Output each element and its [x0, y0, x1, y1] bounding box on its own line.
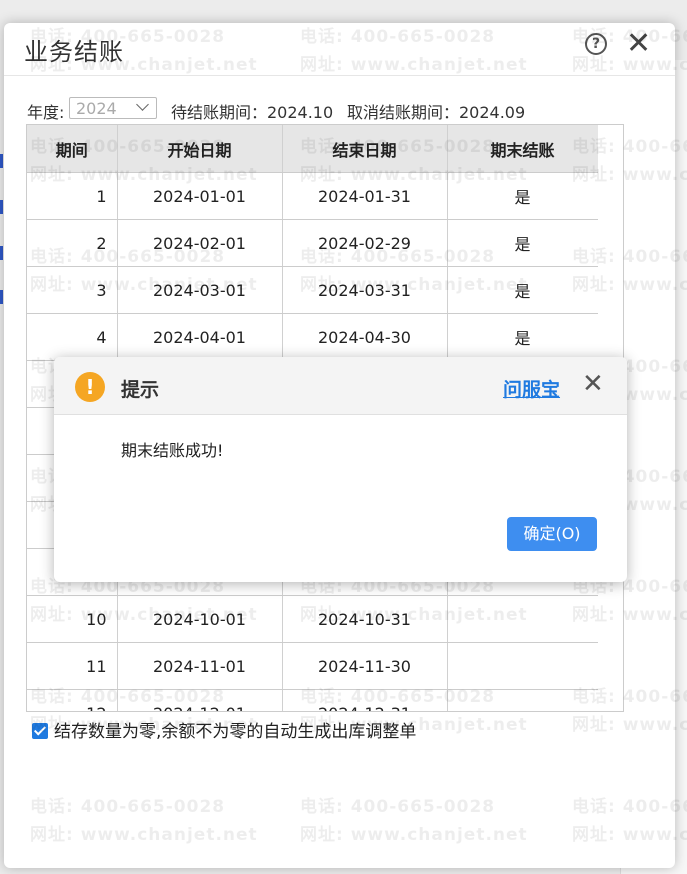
table-cell: 2024-01-01 [117, 172, 283, 220]
auto-adjust-label: 结存数量为零,余额不为零的自动生成出库调整单 [54, 722, 417, 742]
table-cell: 10 [27, 595, 118, 643]
table-cell: 1 [27, 172, 118, 220]
dialog-header: 业务结账 ? ✕ [4, 23, 675, 76]
table-row[interactable]: 122024-12-012024-12-31 [27, 689, 599, 711]
close-icon[interactable]: ✕ [582, 371, 604, 397]
year-select[interactable]: 2024 [69, 97, 157, 119]
table-cell: 2024-03-01 [117, 266, 283, 314]
table-header-row: 期间 开始日期 结束日期 期末结账 [27, 125, 599, 173]
table-cell: 2024-02-29 [282, 219, 448, 267]
warning-icon: ! [75, 372, 105, 402]
close-icon[interactable]: ✕ [626, 29, 651, 59]
table-cell: 是 [447, 313, 599, 361]
table-cell: 2024-11-01 [117, 642, 283, 690]
table-cell: 4 [27, 313, 118, 361]
table-row[interactable]: 1 2024-01-01 2024-01-31 是 [27, 172, 599, 220]
year-value: 2024 [76, 99, 117, 118]
table-cell [447, 642, 599, 690]
table-cell: 2024-12-31 [282, 689, 448, 711]
table-cell: 2024-10-01 [117, 595, 283, 643]
ok-button[interactable]: 确定(O) [507, 517, 597, 551]
table-cell: 2024-11-30 [282, 642, 448, 690]
alert-title: 提示 [121, 379, 160, 401]
alert-message: 期末结账成功! [121, 441, 224, 460]
table-cell: 11 [27, 642, 118, 690]
table-cell: 2024-03-31 [282, 266, 448, 314]
table-cell: 2024-04-01 [117, 313, 283, 361]
help-icon[interactable]: ? [585, 33, 607, 55]
service-link[interactable]: 问服宝 [503, 375, 560, 402]
table-row[interactable]: 10 2024-10-01 2024-10-31 [27, 595, 599, 643]
table-cell: 3 [27, 266, 118, 314]
chevron-down-icon [136, 98, 149, 111]
table-cell: 是 [447, 172, 599, 220]
table-cell: 2024-04-30 [282, 313, 448, 361]
table-cell [447, 595, 599, 643]
table-cell: 是 [447, 266, 599, 314]
cancel-period-text: 取消结账期间：2024.09 [347, 103, 526, 122]
table-cell: 2024-02-01 [117, 219, 283, 267]
dialog-title: 业务结账 [24, 38, 124, 66]
auto-adjust-checkbox[interactable] [32, 723, 48, 739]
table-cell: 2024-10-31 [282, 595, 448, 643]
table-cell: 2024-01-31 [282, 172, 448, 220]
auto-adjust-option[interactable]: 结存数量为零,余额不为零的自动生成出库调整单 [32, 717, 416, 742]
column-header[interactable]: 开始日期 [117, 125, 283, 173]
pending-period-text: 待结账期间：2024.10 [171, 103, 334, 122]
table-cell: 是 [447, 219, 599, 267]
table-cell [447, 689, 599, 711]
table-cell: 12 [27, 689, 118, 711]
table-row[interactable]: 3 2024-03-01 2024-03-31 是 [27, 266, 599, 314]
table-row[interactable]: 11 2024-11-01 2024-11-30 [27, 642, 599, 690]
column-header[interactable]: 结束日期 [282, 125, 448, 173]
table-row[interactable]: 2 2024-02-01 2024-02-29 是 [27, 219, 599, 267]
year-label: 年度: [27, 103, 65, 122]
alert-dialog: ! 提示 问服宝 ✕ 期末结账成功! 确定(O) [54, 357, 627, 582]
column-header[interactable]: 期间 [27, 125, 118, 173]
column-header[interactable]: 期末结账 [447, 125, 599, 173]
table-cell: 2 [27, 219, 118, 267]
table-row[interactable]: 4 2024-04-01 2024-04-30 是 [27, 313, 599, 361]
alert-header: ! 提示 问服宝 ✕ [54, 357, 627, 415]
table-cell: 2024-12-01 [117, 689, 283, 711]
